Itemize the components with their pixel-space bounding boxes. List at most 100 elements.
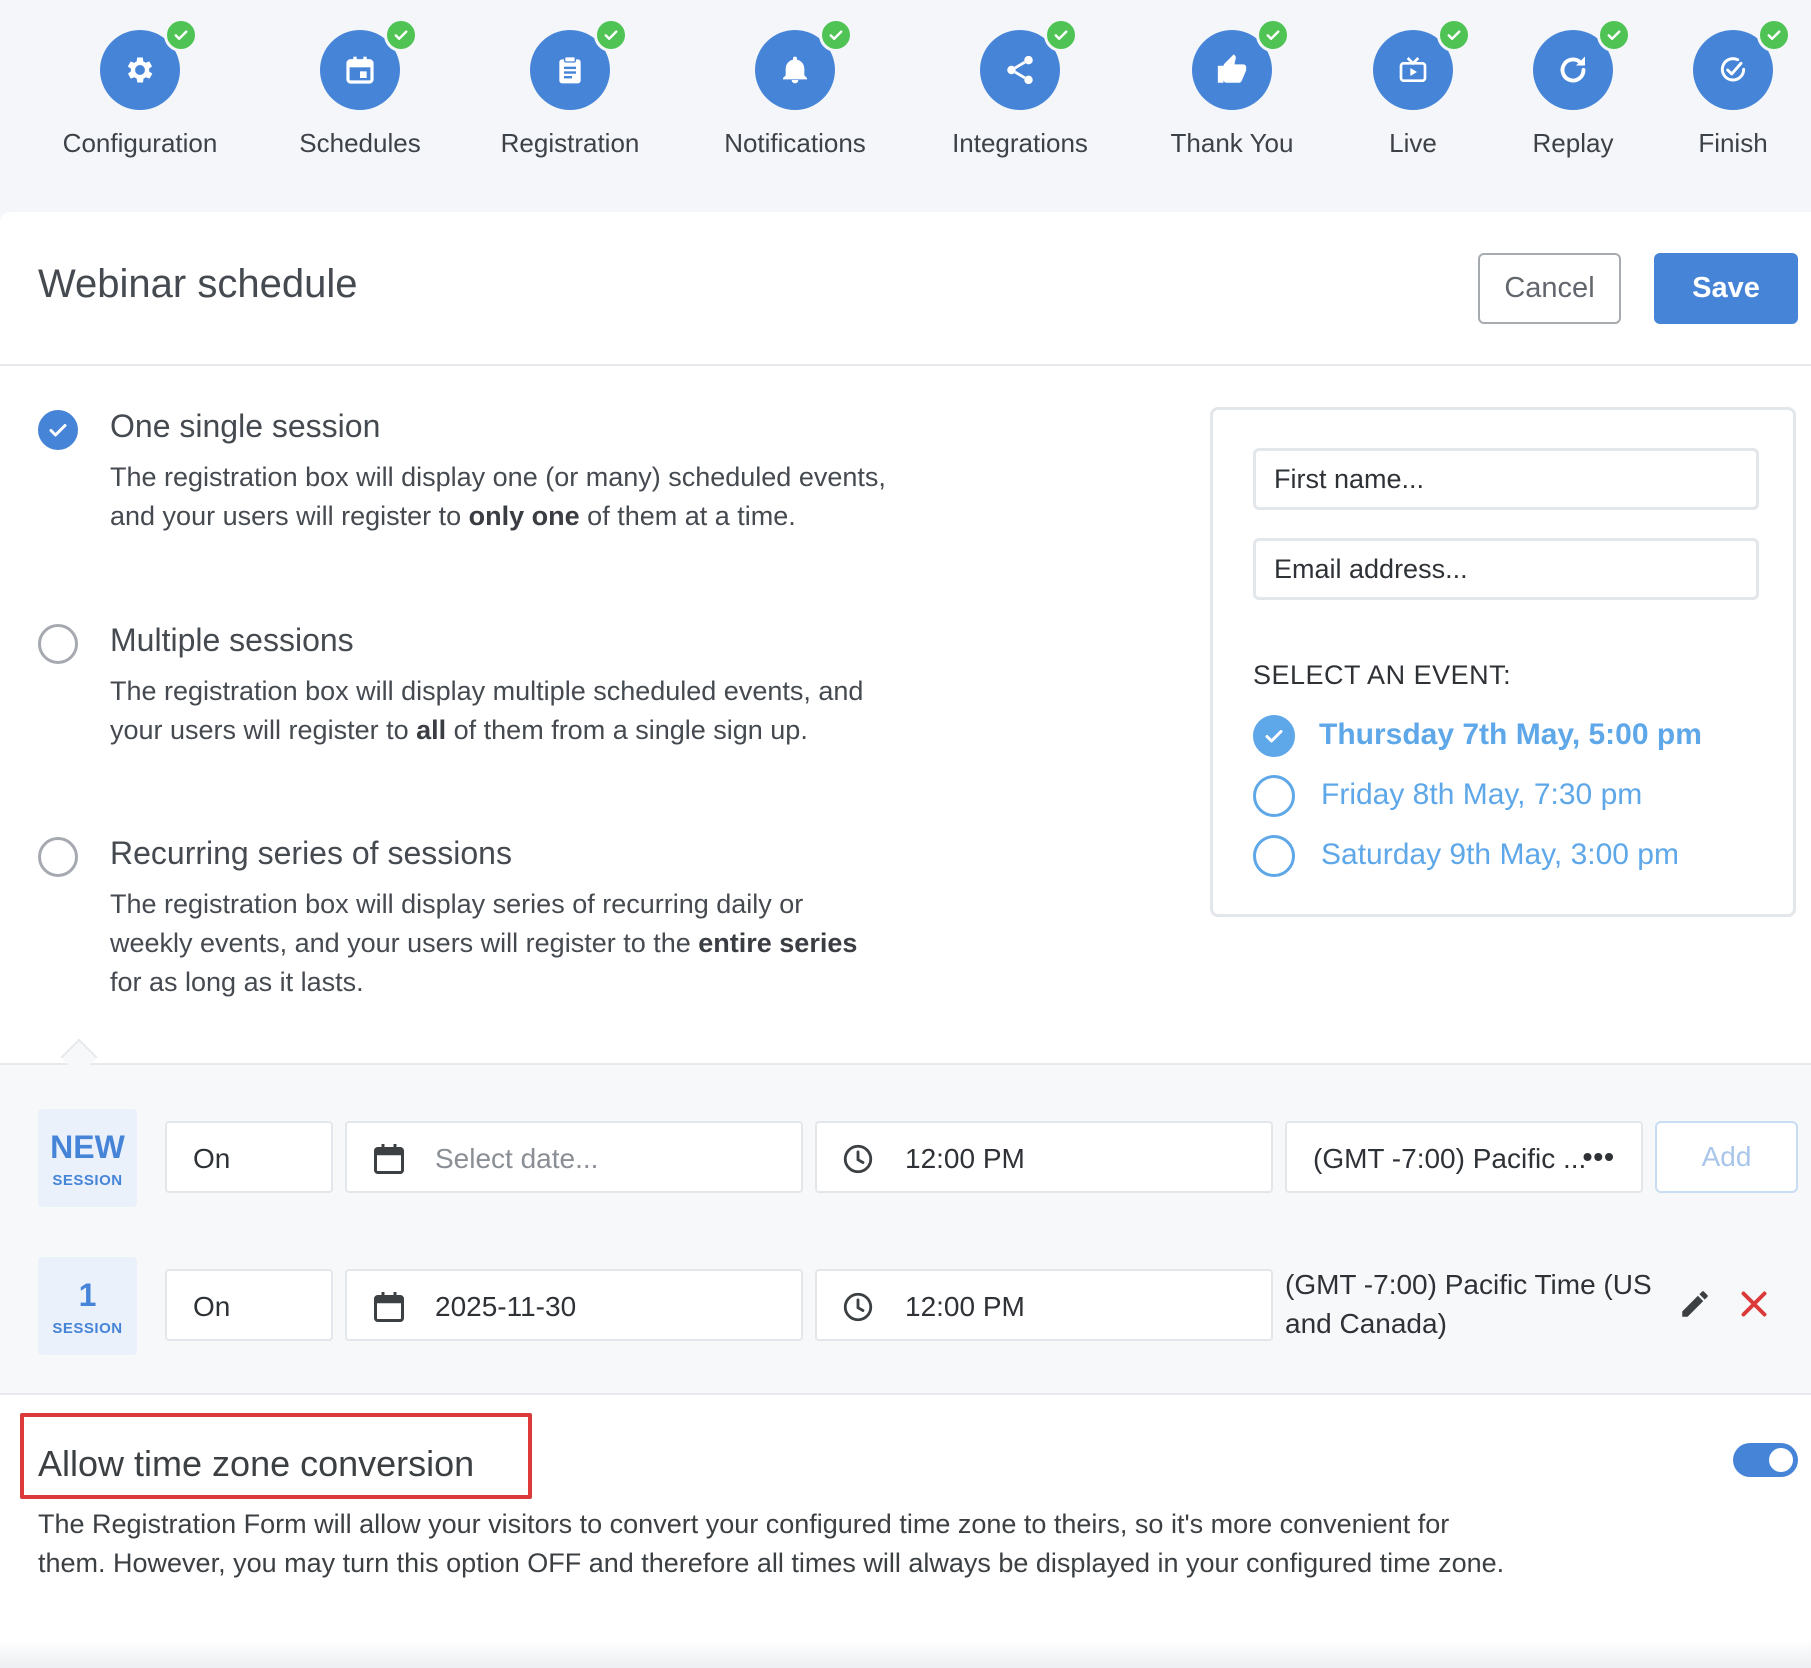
step-label: Configuration [62, 128, 218, 158]
session-badge: NEW SESSION [38, 1109, 137, 1207]
option-recurring-series[interactable]: Recurring series of sessions The registr… [38, 835, 938, 1005]
step-integrations[interactable]: Integrations [920, 18, 1120, 159]
preview-event-option[interactable]: Friday 8th May, 7:30 pm [1253, 775, 1733, 817]
calendar-icon [346, 56, 374, 84]
new-session-row: NEW SESSION On Select date... 12:00 PM (… [0, 1109, 1811, 1207]
timezone-text: (GMT -7:00) Pacific Time (US and Canada) [1285, 1269, 1652, 1339]
cancel-button[interactable]: Cancel [1478, 253, 1621, 324]
completed-check-icon [1757, 18, 1791, 52]
bottom-edge [0, 1640, 1811, 1668]
session-badge-number: NEW [50, 1129, 125, 1165]
completed-check-icon [1597, 18, 1631, 52]
step-label: Notifications [724, 128, 866, 158]
session-on-select[interactable]: On [165, 1269, 333, 1341]
completed-check-icon [1256, 18, 1290, 52]
clock-icon [843, 1292, 873, 1322]
step-circle [100, 18, 198, 110]
select-event-label: SELECT AN EVENT: [1253, 660, 1512, 690]
timezone-conversion-title: Allow time zone conversion [38, 1443, 475, 1484]
single-session-radio[interactable] [38, 410, 78, 450]
step-finish[interactable]: Finish [1633, 18, 1811, 159]
step-circle [530, 18, 628, 110]
session-badge-label: SESSION [52, 1172, 123, 1189]
date-picker-field[interactable]: Select date... [345, 1121, 803, 1193]
email-field[interactable] [1253, 538, 1759, 600]
event-label: Saturday 9th May, 3:00 pm [1321, 838, 1679, 871]
multiple-sessions-radio[interactable] [38, 624, 78, 664]
gear-icon [127, 57, 153, 83]
replay-icon [1560, 56, 1586, 83]
option-description: The registration box will display series… [110, 889, 858, 997]
step-label: Schedules [299, 128, 421, 158]
option-single-session[interactable]: One single session The registration box … [38, 408, 938, 578]
completed-check-icon [384, 18, 418, 52]
preview-event-option[interactable]: Thursday 7th May, 5:00 pm [1253, 715, 1733, 757]
card-header: Webinar schedule Cancel Save [0, 212, 1811, 366]
check-circle-icon [1720, 57, 1746, 82]
step-thank-you[interactable]: Thank You [1132, 18, 1332, 159]
event-radio-checked[interactable] [1253, 715, 1295, 757]
step-circle [1533, 18, 1631, 110]
event-label: Friday 8th May, 7:30 pm [1321, 778, 1643, 811]
option-multiple-sessions[interactable]: Multiple sessions The registration box w… [38, 622, 938, 792]
step-label: Registration [500, 128, 640, 158]
delete-session-button[interactable] [1736, 1286, 1772, 1327]
clock-icon [843, 1144, 873, 1174]
step-circle [755, 18, 853, 110]
session-badge: 1 SESSION [38, 1257, 137, 1355]
add-session-button[interactable]: Add [1655, 1121, 1798, 1193]
time-value: 12:00 PM [905, 1291, 1025, 1322]
session-badge-number: 1 [78, 1277, 97, 1313]
date-picker-field[interactable]: 2025-11-30 [345, 1269, 803, 1341]
page-title: Webinar schedule [38, 262, 358, 306]
more-options-icon[interactable]: ••• [1583, 1141, 1615, 1173]
time-picker-field[interactable]: 12:00 PM [815, 1121, 1273, 1193]
time-picker-field[interactable]: 12:00 PM [815, 1269, 1273, 1341]
sessions-list: NEW SESSION On Select date... 12:00 PM (… [0, 1063, 1811, 1395]
pencil-icon [1682, 1291, 1708, 1317]
completed-check-icon [594, 18, 628, 52]
step-circle [1373, 18, 1471, 110]
step-label: Finish [1698, 128, 1768, 158]
share-icon [1007, 55, 1033, 85]
step-circle [1693, 18, 1791, 110]
event-radio[interactable] [1253, 835, 1295, 877]
completed-check-icon [819, 18, 853, 52]
step-schedules[interactable]: Schedules [260, 18, 460, 159]
preview-event-option[interactable]: Saturday 9th May, 3:00 pm [1253, 835, 1733, 877]
completed-check-icon [1437, 18, 1471, 52]
bell-icon [783, 56, 807, 84]
step-label: Integrations [952, 128, 1088, 158]
step-configuration[interactable]: Configuration [40, 18, 240, 159]
timezone-conversion-toggle[interactable] [1733, 1443, 1798, 1477]
clipboard-icon [559, 56, 581, 84]
save-button[interactable]: Save [1654, 253, 1798, 324]
option-title: Multiple sessions [110, 622, 354, 658]
step-registration[interactable]: Registration [470, 18, 670, 159]
on-label: On [193, 1291, 231, 1322]
check-icon [49, 424, 67, 437]
step-label: Thank You [1170, 128, 1294, 158]
completed-check-icon [1044, 18, 1078, 52]
timezone-value: (GMT -7:00) Pacific ... [1313, 1143, 1587, 1174]
session-badge-label: SESSION [52, 1320, 123, 1337]
step-notifications[interactable]: Notifications [695, 18, 895, 159]
timezone-select[interactable]: (GMT -7:00) Pacific ... ••• [1285, 1121, 1643, 1193]
on-label: On [193, 1143, 231, 1174]
option-description: The registration box will display one (o… [110, 462, 886, 531]
calendar-icon [374, 1144, 404, 1174]
timezone-conversion-description: The Registration Form will allow your vi… [38, 1509, 1505, 1578]
step-circle [980, 18, 1078, 110]
session-on-select[interactable]: On [165, 1121, 333, 1193]
event-radio[interactable] [1253, 775, 1295, 817]
wizard-stepper: Configuration Schedules Registration Not… [0, 0, 1811, 205]
session-row: 1 SESSION On 2025-11-30 12:00 PM (GMT -7… [0, 1257, 1811, 1355]
first-name-field[interactable] [1253, 448, 1759, 510]
time-value: 12:00 PM [905, 1143, 1025, 1174]
step-circle [1192, 18, 1290, 110]
step-circle [320, 18, 418, 110]
toggle-knob [1769, 1448, 1793, 1472]
edit-session-button[interactable] [1678, 1287, 1712, 1326]
option-title: One single session [110, 408, 381, 444]
recurring-series-radio[interactable] [38, 837, 78, 877]
